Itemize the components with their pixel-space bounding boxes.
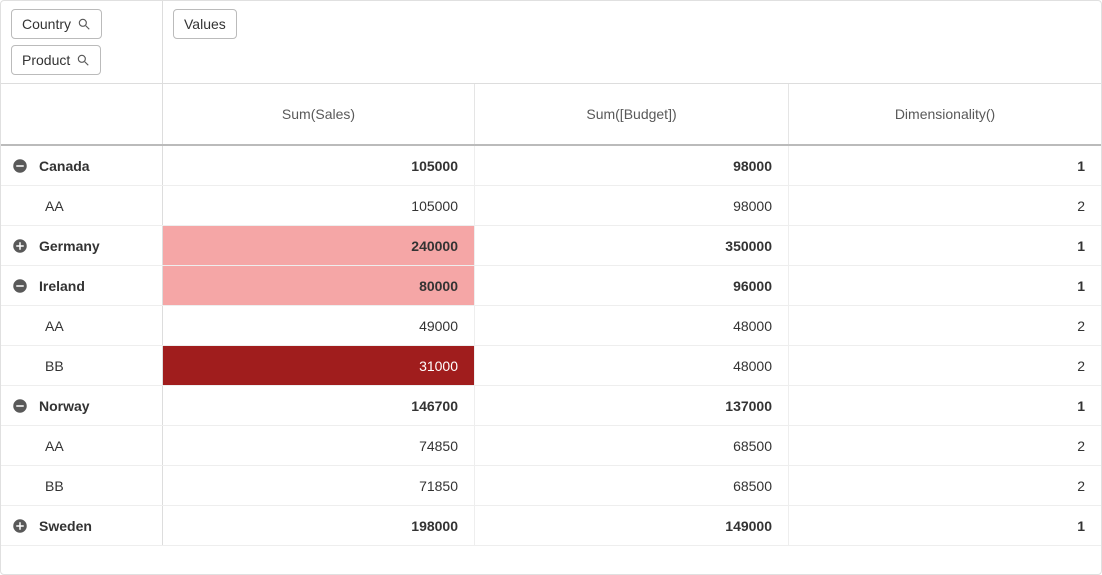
- row-label-cell[interactable]: BB: [1, 346, 163, 385]
- table-row: Germany 2400003500001: [1, 226, 1101, 266]
- table-row: AA 74850685002: [1, 426, 1101, 466]
- cell-dimensionality[interactable]: 1: [789, 226, 1101, 265]
- cell-dimensionality[interactable]: 2: [789, 466, 1101, 505]
- row-label-cell[interactable]: Ireland: [1, 266, 163, 305]
- cell-dimensionality[interactable]: 1: [789, 386, 1101, 425]
- row-label: BB: [45, 358, 64, 374]
- expand-icon[interactable]: [11, 517, 29, 535]
- row-label-cell[interactable]: BB: [1, 466, 163, 505]
- column-dimensions: Values: [163, 1, 1101, 83]
- column-header-sales[interactable]: Sum(Sales): [163, 84, 475, 144]
- cell-budget[interactable]: 350000: [475, 226, 789, 265]
- cell-budget[interactable]: 98000: [475, 186, 789, 225]
- row-label-cell[interactable]: Norway: [1, 386, 163, 425]
- dimension-chip-product[interactable]: Product: [11, 45, 101, 75]
- row-label-cell[interactable]: Canada: [1, 146, 163, 185]
- cell-dimensionality[interactable]: 1: [789, 266, 1101, 305]
- column-header-dimensionality[interactable]: Dimensionality(): [789, 84, 1101, 144]
- row-label: BB: [45, 478, 64, 494]
- table-body: Canada105000980001AA105000980002Germany2…: [1, 146, 1101, 546]
- table-row: Canada 105000980001: [1, 146, 1101, 186]
- cell-budget[interactable]: 68500: [475, 466, 789, 505]
- row-label: Ireland: [39, 278, 85, 294]
- row-label-cell[interactable]: AA: [1, 186, 163, 225]
- row-label: Sweden: [39, 518, 92, 534]
- cell-dimensionality[interactable]: 1: [789, 506, 1101, 545]
- table-row: AA 49000480002: [1, 306, 1101, 346]
- cell-dimensionality[interactable]: 2: [789, 306, 1101, 345]
- cell-dimensionality[interactable]: 2: [789, 426, 1101, 465]
- row-dimensions: Country Product: [1, 1, 163, 83]
- cell-sales[interactable]: 240000: [163, 226, 475, 265]
- row-label-cell[interactable]: Germany: [1, 226, 163, 265]
- collapse-icon[interactable]: [11, 277, 29, 295]
- row-label: Germany: [39, 238, 100, 254]
- pivot-config-area: Country Product Values: [1, 1, 1101, 84]
- cell-dimensionality[interactable]: 2: [789, 346, 1101, 385]
- row-label: Canada: [39, 158, 90, 174]
- cell-sales[interactable]: 49000: [163, 306, 475, 345]
- dimension-chip-label: Product: [22, 52, 70, 68]
- dimension-chip-country[interactable]: Country: [11, 9, 102, 39]
- row-label: AA: [45, 438, 64, 454]
- column-headers: Sum(Sales) Sum([Budget]) Dimensionality(…: [1, 84, 1101, 146]
- cell-sales[interactable]: 80000: [163, 266, 475, 305]
- table-row: Ireland 80000960001: [1, 266, 1101, 306]
- expand-icon[interactable]: [11, 237, 29, 255]
- column-header-budget[interactable]: Sum([Budget]): [475, 84, 789, 144]
- search-icon: [77, 17, 91, 31]
- cell-sales[interactable]: 31000: [163, 346, 475, 385]
- header-spacer: [1, 84, 163, 144]
- cell-budget[interactable]: 48000: [475, 306, 789, 345]
- cell-budget[interactable]: 149000: [475, 506, 789, 545]
- cell-dimensionality[interactable]: 2: [789, 186, 1101, 225]
- cell-sales[interactable]: 71850: [163, 466, 475, 505]
- collapse-icon[interactable]: [11, 397, 29, 415]
- cell-budget[interactable]: 96000: [475, 266, 789, 305]
- cell-sales[interactable]: 198000: [163, 506, 475, 545]
- table-row: Sweden 1980001490001: [1, 506, 1101, 546]
- pivot-table: Country Product Values: [0, 0, 1102, 575]
- table-row: Norway 1467001370001: [1, 386, 1101, 426]
- cell-budget[interactable]: 137000: [475, 386, 789, 425]
- row-label-cell[interactable]: AA: [1, 306, 163, 345]
- dimension-chip-label: Country: [22, 16, 71, 32]
- table-row: BB 71850685002: [1, 466, 1101, 506]
- row-label-cell[interactable]: AA: [1, 426, 163, 465]
- dimension-chip-label: Values: [184, 16, 226, 32]
- table-row: BB 31000480002: [1, 346, 1101, 386]
- cell-sales[interactable]: 105000: [163, 186, 475, 225]
- search-icon: [76, 53, 90, 67]
- dimension-chip-values[interactable]: Values: [173, 9, 237, 39]
- cell-sales[interactable]: 146700: [163, 386, 475, 425]
- table-row: AA 105000980002: [1, 186, 1101, 226]
- row-label-cell[interactable]: Sweden: [1, 506, 163, 545]
- cell-budget[interactable]: 68500: [475, 426, 789, 465]
- cell-sales[interactable]: 74850: [163, 426, 475, 465]
- collapse-icon[interactable]: [11, 157, 29, 175]
- cell-sales[interactable]: 105000: [163, 146, 475, 185]
- cell-budget[interactable]: 98000: [475, 146, 789, 185]
- cell-budget[interactable]: 48000: [475, 346, 789, 385]
- row-label: AA: [45, 318, 64, 334]
- row-label: AA: [45, 198, 64, 214]
- row-label: Norway: [39, 398, 90, 414]
- cell-dimensionality[interactable]: 1: [789, 146, 1101, 185]
